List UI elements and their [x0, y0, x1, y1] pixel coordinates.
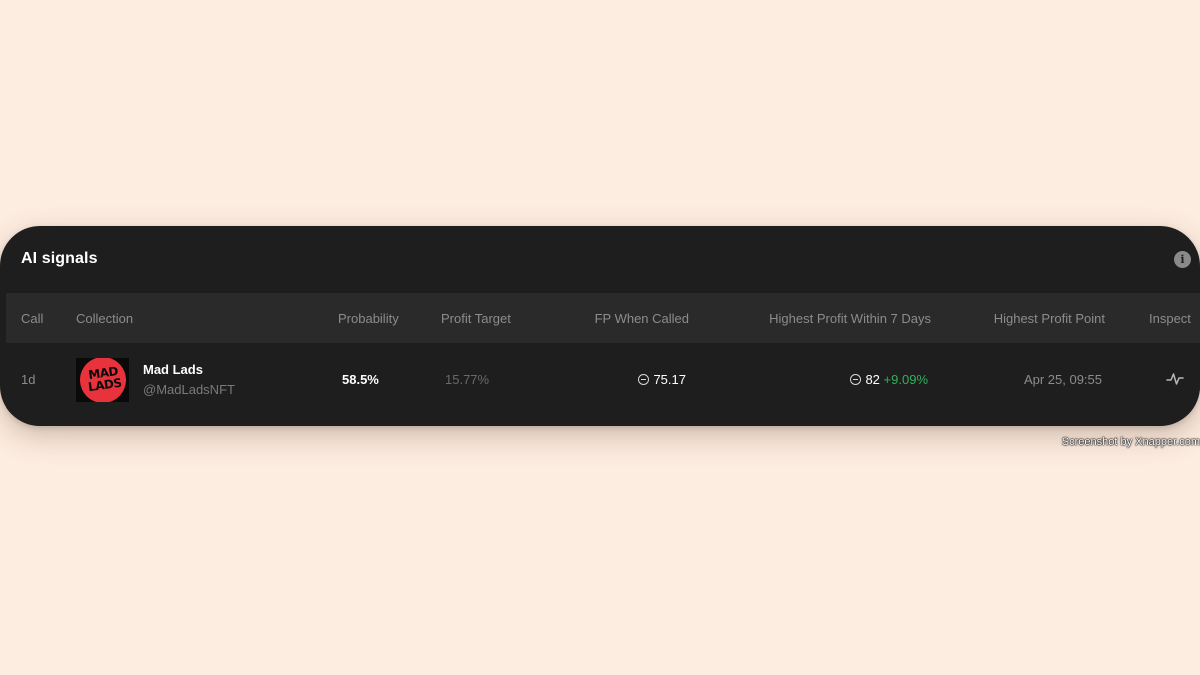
profit-target-cell: 15.77%: [445, 372, 490, 387]
fp-when-called-value: 75.17: [653, 372, 686, 387]
pulse-icon[interactable]: [1166, 370, 1184, 388]
watermark: Screenshot by Xnapper.com: [1061, 436, 1200, 448]
table-row[interactable]: 1d MAD LADS Mad Lads @MadLadsNFT 58.5% 15…: [6, 343, 1200, 417]
collection-logo-text: MAD LADS: [87, 364, 123, 395]
collection-avatar[interactable]: MAD LADS: [76, 358, 129, 402]
highest-profit-point-cell: Apr 25, 09:55: [1023, 372, 1102, 387]
sol-currency-icon: [638, 374, 650, 385]
sol-currency-icon: [850, 374, 862, 385]
header-collection[interactable]: Collection: [76, 311, 133, 326]
header-fp-when-called[interactable]: FP When Called: [549, 311, 689, 326]
highest-profit-7d-cell: 82 +9.09%: [766, 372, 928, 387]
table-header: Call Collection Probability Profit Targe…: [6, 293, 1200, 343]
probability-cell: 58.5%: [342, 372, 379, 387]
ai-signals-card: AI signals i Call Collection Probability…: [0, 226, 1200, 426]
header-call[interactable]: Call: [21, 311, 43, 326]
header-profit-target[interactable]: Profit Target: [441, 311, 511, 326]
header-probability[interactable]: Probability: [338, 311, 399, 326]
collection-handle[interactable]: @MadLadsNFT: [143, 382, 235, 397]
card-title: AI signals: [21, 250, 98, 267]
header-highest-profit-7d[interactable]: Highest Profit Within 7 Days: [711, 311, 931, 326]
call-cell: 1d: [21, 372, 36, 387]
header-highest-profit-point[interactable]: Highest Profit Point: [936, 311, 1105, 326]
header-inspect: Inspect: [1149, 311, 1191, 326]
collection-name[interactable]: Mad Lads: [143, 362, 203, 377]
highest-profit-value: 82: [865, 372, 880, 387]
highest-profit-change: +9.09%: [883, 372, 928, 387]
fp-when-called-cell: 75.17: [566, 372, 686, 387]
info-icon[interactable]: i: [1174, 251, 1191, 268]
